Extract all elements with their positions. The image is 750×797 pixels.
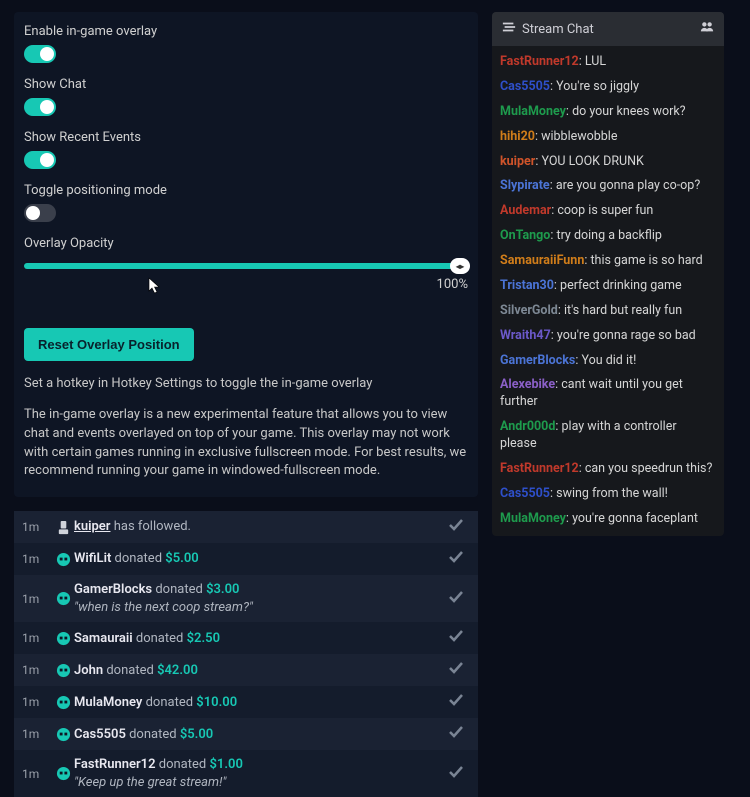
- chat-line: FastRunner12: LUL: [500, 50, 716, 75]
- donate-icon: [52, 727, 74, 742]
- chat-line: Slypirate: are you gonna play co-op?: [500, 174, 716, 199]
- event-body: kuiper has followed.: [74, 518, 448, 536]
- setting-show-chat: Show Chat: [24, 77, 468, 116]
- follow-icon: [52, 520, 74, 535]
- slider-thumb-icon[interactable]: ◂▸: [450, 258, 470, 274]
- event-time: 1m: [22, 520, 52, 534]
- setting-enable-overlay: Enable in-game overlay: [24, 24, 468, 63]
- chat-title: Stream Chat: [522, 22, 700, 37]
- check-icon[interactable]: [448, 549, 470, 569]
- event-body: MulaMoney donated $10.00: [74, 694, 448, 712]
- setting-label: Show Recent Events: [24, 130, 468, 145]
- event-body: FastRunner12 donated $1.00"Keep up the g…: [74, 756, 448, 791]
- toggle-positioning[interactable]: [24, 204, 56, 222]
- toggle-show-chat[interactable]: [24, 98, 56, 116]
- chat-line: GamerBlocks: You did it!: [500, 349, 716, 374]
- event-row[interactable]: 1m WifiLit donated $5.00: [14, 543, 478, 575]
- event-time: 1m: [22, 695, 52, 709]
- chat-line: FastRunner12: can you speedrun this?: [500, 457, 716, 482]
- event-body: Samauraii donated $2.50: [74, 630, 448, 648]
- check-icon[interactable]: [448, 660, 470, 680]
- event-body: Cas5505 donated $5.00: [74, 726, 448, 744]
- donate-icon: [52, 766, 74, 781]
- event-time: 1m: [22, 663, 52, 677]
- event-row[interactable]: 1m MulaMoney donated $10.00: [14, 686, 478, 718]
- check-icon[interactable]: [448, 628, 470, 648]
- opacity-slider[interactable]: ◂▸: [24, 263, 468, 269]
- event-time: 1m: [22, 631, 52, 645]
- chat-line: kuiper: YOU LOOK DRUNK: [500, 150, 716, 175]
- opacity-value: 100%: [24, 277, 468, 292]
- event-time: 1m: [22, 592, 52, 606]
- chat-line: Audemar: coop is super fun: [500, 199, 716, 224]
- setting-show-events: Show Recent Events: [24, 130, 468, 169]
- chat-line: MulaMoney: do your knees work?: [500, 100, 716, 125]
- setting-label: Overlay Opacity: [24, 236, 468, 251]
- chat-line: MulaMoney: you're gonna faceplant: [500, 507, 716, 532]
- check-icon[interactable]: [448, 764, 470, 784]
- event-row[interactable]: 1m FastRunner12 donated $1.00"Keep up the…: [14, 750, 478, 797]
- chat-line: hihi20: wibblewobble: [500, 125, 716, 150]
- check-icon[interactable]: [448, 589, 470, 609]
- chat-line: SamauraiiFunn: this game is so hard: [500, 249, 716, 274]
- toggle-enable-overlay[interactable]: [24, 45, 56, 63]
- users-icon[interactable]: [700, 20, 714, 38]
- chat-line: Cas5505: swing from the wall!: [500, 482, 716, 507]
- check-icon[interactable]: [448, 517, 470, 537]
- chat-line: Andr000d: play with a controller please: [500, 415, 716, 457]
- donate-icon: [52, 552, 74, 567]
- chat-icon: [502, 20, 516, 38]
- event-row[interactable]: 1m kuiper has followed.: [14, 511, 478, 543]
- setting-positioning: Toggle positioning mode: [24, 183, 468, 222]
- toggle-show-events[interactable]: [24, 151, 56, 169]
- hotkey-hint: Set a hotkey in Hotkey Settings to toggl…: [24, 375, 468, 394]
- check-icon[interactable]: [448, 724, 470, 744]
- reset-overlay-button[interactable]: Reset Overlay Position: [24, 328, 194, 361]
- chat-header: Stream Chat: [492, 12, 724, 46]
- donate-icon: [52, 663, 74, 678]
- donate-icon: [52, 631, 74, 646]
- event-row[interactable]: 1m GamerBlocks donated $3.00"when is the …: [14, 575, 478, 622]
- event-body: WifiLit donated $5.00: [74, 550, 448, 568]
- setting-label: Enable in-game overlay: [24, 24, 468, 39]
- donate-icon: [52, 591, 74, 606]
- chat-line: Cas5505: You're so jiggly: [500, 75, 716, 100]
- setting-label: Toggle positioning mode: [24, 183, 468, 198]
- event-time: 1m: [22, 727, 52, 741]
- chat-line: Tristan30: perfect drinking game: [500, 274, 716, 299]
- chat-line: SilverGold: it's hard but really fun: [500, 299, 716, 324]
- chat-line: Alexebike: cant wait until you get furth…: [500, 373, 716, 415]
- check-icon[interactable]: [448, 692, 470, 712]
- setting-opacity: Overlay Opacity ◂▸ 100%: [24, 236, 468, 292]
- chat-body: FastRunner12: LULCas5505: You're so jigg…: [492, 46, 724, 536]
- event-row[interactable]: 1m Samauraii donated $2.50: [14, 622, 478, 654]
- donate-icon: [52, 695, 74, 710]
- setting-label: Show Chat: [24, 77, 468, 92]
- event-time: 1m: [22, 767, 52, 781]
- overlay-description: The in-game overlay is a new experimenta…: [24, 406, 468, 481]
- chat-line: OnTango: try doing a backflip: [500, 224, 716, 249]
- events-panel: 1m kuiper has followed. 1m WifiLit donated …: [14, 511, 478, 797]
- event-body: John donated $42.00: [74, 662, 448, 680]
- event-row[interactable]: 1m Cas5505 donated $5.00: [14, 718, 478, 750]
- event-row[interactable]: 1m John donated $42.00: [14, 654, 478, 686]
- event-time: 1m: [22, 552, 52, 566]
- event-body: GamerBlocks donated $3.00"when is the ne…: [74, 581, 448, 616]
- chat-line: Wraith47: you're gonna rage so bad: [500, 324, 716, 349]
- settings-panel: Enable in-game overlay Show Chat Show Re…: [14, 12, 478, 497]
- chat-panel: Stream Chat FastRunner12: LULCas5505: Yo…: [492, 12, 724, 536]
